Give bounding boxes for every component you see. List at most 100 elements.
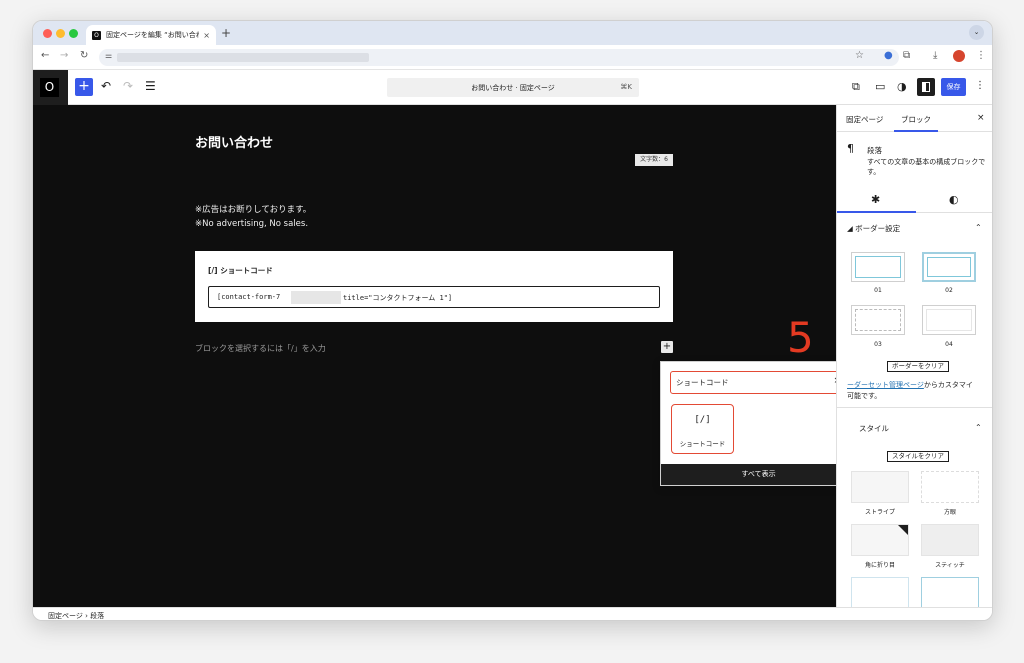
clear-style-button[interactable]: スタイルをクリア [887,451,949,462]
active-tab-indicator [894,130,938,132]
border-swatch-label: 04 [945,341,953,348]
shortcode-text-start: [contact-form-7 [217,293,281,301]
shortcode-text-end: title="コンタクトフォーム 1"] [343,294,453,302]
word-count-badge: 文字数：6 [635,154,673,166]
tab-strip: O 固定ページを編集 “お問い合わせ × + ⌄ [33,21,992,45]
close-window-button[interactable] [43,29,52,38]
sidebar-icon [922,82,930,92]
style-panel-title[interactable]: スタイル [859,423,889,434]
browser-window: O 固定ページを編集 “お問い合わせ × + ⌄ ← → ↻ ⚌ ☆ ● ⧉ ⤓… [32,20,993,621]
border-panel-title[interactable]: ◢ ボーダー設定 [847,223,900,234]
tab-search-button[interactable]: ⌄ [969,25,984,40]
empty-block-placeholder[interactable]: ブロックを選択するには「/」を入力 [195,343,326,354]
view-page-icon[interactable]: ⧉ [852,80,860,94]
tab-page[interactable]: 固定ページ [846,114,883,125]
forward-button[interactable]: → [60,50,68,61]
chevron-up-icon[interactable]: ⌃ [975,223,982,232]
style-swatch-stripe[interactable] [851,471,909,503]
maximize-window-button[interactable] [69,29,78,38]
bookmark-star-icon[interactable]: ☆ [855,50,864,61]
border-swatch-03[interactable] [851,305,905,335]
block-search-field[interactable]: × [670,371,849,394]
styles-icon[interactable]: ◑ [897,80,907,93]
border-swatch-label: 02 [945,287,953,294]
style-swatch-grid[interactable] [921,471,979,503]
list-view-button[interactable]: ☰ [145,79,156,93]
new-tab-button[interactable]: + [221,26,231,40]
block-inspector-tabs: ✱ ◐ [837,187,992,213]
block-card-title: 段落 [867,146,882,155]
shortcode-input[interactable]: [contact-form-7 title="コンタクトフォーム 1"] [208,286,660,308]
style-swatch-stitch[interactable] [921,524,979,556]
folded-corner-icon [898,525,908,535]
save-button[interactable]: 保存 [941,78,966,96]
browser-toolbar: ← → ↻ ⚌ ☆ ● ⧉ ⤓ ⋮ [33,45,992,70]
shortcut-hint: ⌘K [620,83,632,91]
browse-all-button[interactable]: すべて表示 [661,464,856,485]
document-title: お問い合わせ · 固定ページ [471,84,555,92]
sidebar-tabs: 固定ページ ブロック × [837,105,992,132]
styles-half-circle-icon[interactable]: ◐ [949,193,959,206]
border-swatch-label: 03 [874,341,882,348]
settings-sidebar: 固定ページ ブロック × ¶ 段落 すべての文章の基本の構成ブロックです。 ✱ … [836,105,992,609]
command-palette-bar[interactable]: お問い合わせ · 固定ページ ⌘K [387,78,639,97]
border-help-text: ーダーセット管理ページからカスタマイ [847,380,973,390]
style-swatch-6[interactable] [921,577,979,609]
reload-button[interactable]: ↻ [80,50,88,61]
preview-icon[interactable]: ▭ [875,80,885,93]
extensions-icon[interactable]: ⧉ [903,50,910,61]
style-swatch-label: スティッチ [935,562,965,569]
site-logo-icon: O [40,78,59,97]
border-help-suffix: からカスタマイ [923,381,973,389]
block-inserter-button[interactable]: + [75,78,93,96]
tab-title: 固定ページを編集 “お問い合わせ [106,31,199,39]
paragraph-icon: ¶ [847,142,854,155]
border-swatch-01[interactable] [851,252,905,282]
border-swatch-04[interactable] [922,305,976,335]
breadcrumb[interactable]: 固定ページ › 段落 [48,611,104,620]
block-breadcrumb-bar: 固定ページ › 段落 [33,607,992,620]
block-card-description: すべての文章の基本の構成ブロックです。 [867,158,986,176]
paragraph-block-1[interactable]: ※広告はお断りしております。 [195,203,311,215]
address-bar[interactable]: ⚌ [99,49,899,66]
paragraph-block-2[interactable]: ※No advertising, No sales. [195,219,308,229]
shortcode-block-option[interactable]: [/] ショートコード [671,404,734,454]
site-info-icon[interactable]: ⚌ [105,51,112,60]
extension-g-icon[interactable]: ● [884,50,893,61]
shortcode-id-redacted [291,291,341,304]
border-settings-link[interactable]: ーダーセット管理ページ [847,381,924,389]
undo-button[interactable]: ↶ [101,79,111,93]
browser-menu-icon[interactable]: ⋮ [976,50,986,61]
profile-avatar[interactable] [953,50,965,62]
shortcode-block[interactable]: [/] ショートコード [contact-form-7 title="コンタクト… [195,251,673,322]
tab-block[interactable]: ブロック [901,114,931,125]
block-search-input[interactable] [676,375,826,389]
editor-header: O + ↶ ↷ ☰ お問い合わせ · 固定ページ ⌘K ⧉ ▭ ◑ 保存 ⋮ [33,70,992,105]
style-swatch-label: 角に折り目 [864,562,895,569]
settings-gear-icon[interactable]: ✱ [871,193,880,206]
inline-inserter-button[interactable]: + [661,341,673,353]
editor-canvas[interactable]: お問い合わせ 文字数：6 ※広告はお断りしております。 ※No advertis… [33,105,836,607]
url-redacted [117,53,369,62]
download-icon[interactable]: ⤓ [933,50,937,61]
favicon-icon: O [92,30,101,40]
style-swatch-folded-corner[interactable] [851,524,909,556]
settings-sidebar-toggle[interactable] [917,78,935,96]
redo-button[interactable]: ↷ [123,79,133,93]
browser-tab[interactable]: O 固定ページを編集 “お問い合わせ × [86,25,216,45]
border-swatch-02[interactable] [922,252,976,282]
options-menu-button[interactable]: ⋮ [975,80,985,91]
shortcode-option-label: ショートコード [679,440,726,448]
border-swatch-label: 01 [874,287,882,294]
clear-border-button[interactable]: ボーダーをクリア [887,361,949,372]
shortcode-block-label: [/] ショートコード [208,266,273,275]
step-5-annotation: 5 [787,313,814,362]
chevron-up-icon[interactable]: ⌃ [975,423,982,432]
page-title[interactable]: お問い合わせ [195,132,273,151]
style-swatch-5[interactable] [851,577,909,609]
back-button[interactable]: ← [41,50,49,61]
minimize-window-button[interactable] [56,29,65,38]
site-logo-button[interactable]: O [33,70,68,105]
close-sidebar-icon[interactable]: × [977,113,985,123]
close-tab-icon[interactable]: × [203,31,210,40]
